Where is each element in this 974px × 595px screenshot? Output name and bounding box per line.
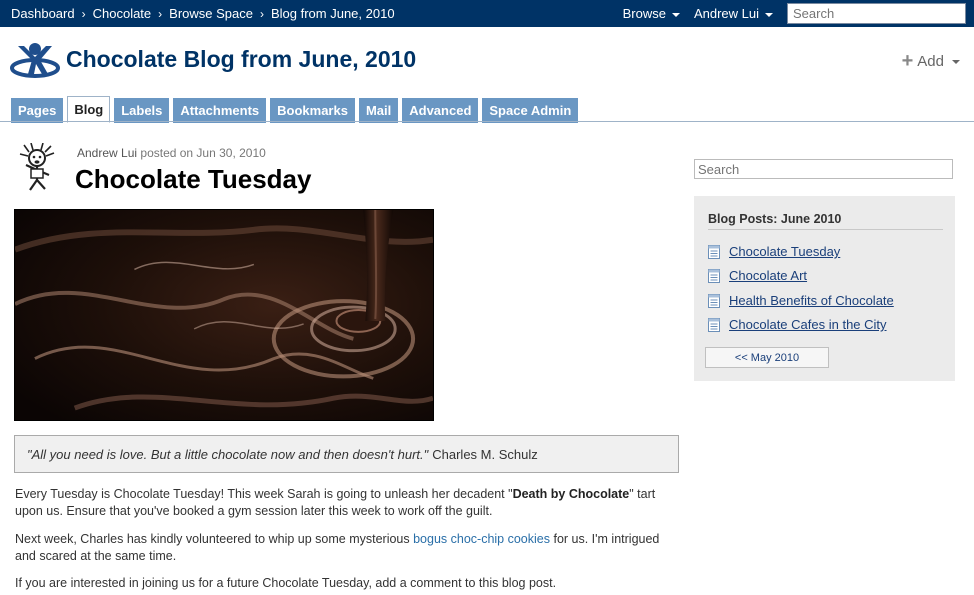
blog-post-icon xyxy=(708,317,720,332)
user-menu-label: Andrew Lui xyxy=(693,6,759,21)
breadcrumb-current-page[interactable]: Blog from June, 2010 xyxy=(271,6,395,21)
browse-menu-label: Browse xyxy=(622,6,666,21)
breadcrumb-separator: › xyxy=(259,6,264,21)
tab-attachments[interactable]: Attachments xyxy=(173,98,267,123)
breadcrumb-space[interactable]: Chocolate xyxy=(93,6,152,21)
breadcrumb-separator: › xyxy=(158,6,163,21)
add-menu-button[interactable]: + Add xyxy=(901,50,960,72)
previous-month-button[interactable]: << May 2010 xyxy=(705,347,829,368)
post-text-bold: Death by Chocolate xyxy=(512,487,630,501)
tab-bookmarks[interactable]: Bookmarks xyxy=(270,98,355,123)
sidebar-post-link[interactable]: Health Benefits of Chocolate xyxy=(729,293,894,308)
blog-posts-panel: Blog Posts: June 2010 Chocolate Tuesday … xyxy=(694,196,955,381)
top-bar: Dashboard › Chocolate › Browse Space › B… xyxy=(0,0,974,27)
sidebar-post-link[interactable]: Chocolate Cafes in the City xyxy=(729,317,887,332)
post-byline: Andrew Lui posted on Jun 30, 2010 xyxy=(77,146,266,160)
post-date: posted on Jun 30, 2010 xyxy=(140,146,266,160)
plus-icon: + xyxy=(901,50,914,72)
tab-mail[interactable]: Mail xyxy=(358,98,399,123)
divider xyxy=(708,229,943,230)
tab-advanced[interactable]: Advanced xyxy=(402,98,479,123)
author-avatar[interactable] xyxy=(16,143,60,191)
quote-block: "All you need is love. But a little choc… xyxy=(14,435,679,473)
sidebar-post-item[interactable]: Chocolate Art xyxy=(708,268,807,283)
sidebar-post-link[interactable]: Chocolate Art xyxy=(729,268,807,283)
post-paragraph: If you are interested in joining us for … xyxy=(15,576,557,590)
quote-text: "All you need is love. But a little choc… xyxy=(27,446,429,462)
blog-posts-heading: Blog Posts: June 2010 xyxy=(708,212,842,226)
quick-search-input[interactable] xyxy=(787,3,966,24)
breadcrumb-dashboard[interactable]: Dashboard xyxy=(11,6,75,21)
chevron-down-icon xyxy=(671,12,680,17)
sidebar-post-item[interactable]: Chocolate Cafes in the City xyxy=(708,317,887,332)
breadcrumb-browse-space[interactable]: Browse Space xyxy=(169,6,253,21)
chevron-down-icon xyxy=(765,12,773,17)
sidebar-post-item[interactable]: Chocolate Tuesday xyxy=(708,244,840,259)
quote-author: Charles M. Schulz xyxy=(432,446,538,462)
post-paragraph: Next week, Charles has kindly volunteere… xyxy=(15,531,675,565)
chevron-down-icon xyxy=(952,60,960,64)
browse-menu[interactable]: Browse xyxy=(623,6,680,21)
tab-divider xyxy=(0,121,974,122)
tab-labels[interactable]: Labels xyxy=(114,98,170,123)
tab-space-admin[interactable]: Space Admin xyxy=(482,98,579,123)
tab-pages[interactable]: Pages xyxy=(11,98,64,123)
blog-post-icon xyxy=(708,293,720,308)
blog-post-icon xyxy=(708,244,720,259)
post-paragraph: Every Tuesday is Chocolate Tuesday! This… xyxy=(15,486,675,520)
space-tabs: Pages Blog Labels Attachments Bookmarks … xyxy=(11,96,582,123)
breadcrumb-separator: › xyxy=(81,6,86,21)
sidebar-post-item[interactable]: Health Benefits of Chocolate xyxy=(708,293,894,308)
post-title[interactable]: Chocolate Tuesday xyxy=(75,164,311,195)
blog-post-icon xyxy=(708,268,720,283)
tab-blog[interactable]: Blog xyxy=(67,96,111,123)
add-menu-label: Add xyxy=(917,52,944,70)
top-bar-right: Browse Andrew Lui xyxy=(623,0,974,27)
post-text: Next week, Charles has kindly volunteere… xyxy=(15,532,414,546)
confluence-logo-icon[interactable] xyxy=(10,40,60,80)
sidebar-search-input[interactable] xyxy=(694,159,953,179)
post-author-link[interactable]: Andrew Lui xyxy=(77,146,137,160)
breadcrumb: Dashboard › Chocolate › Browse Space › B… xyxy=(11,0,395,27)
post-text: Every Tuesday is Chocolate Tuesday! This… xyxy=(15,487,513,501)
user-menu[interactable]: Andrew Lui xyxy=(694,6,773,21)
melted-chocolate-image xyxy=(14,209,434,421)
sidebar-post-link[interactable]: Chocolate Tuesday xyxy=(729,244,840,259)
bogus-cookies-link[interactable]: bogus choc-chip cookies xyxy=(413,532,550,546)
page-title: Chocolate Blog from June, 2010 xyxy=(66,46,417,72)
